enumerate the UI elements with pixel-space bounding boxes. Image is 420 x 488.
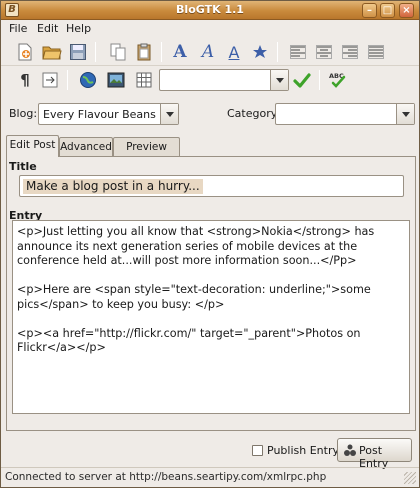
toolbar-separator	[95, 42, 96, 62]
window-title: BloGTK 1.1	[176, 3, 244, 16]
paste-icon[interactable]	[133, 41, 155, 63]
category-select[interactable]	[275, 103, 415, 125]
underline-icon[interactable]: A	[223, 41, 245, 63]
new-post-icon[interactable]	[14, 41, 36, 63]
status-text: Connected to server at http://beans.sear…	[5, 471, 327, 483]
paragraph-icon[interactable]: ¶	[14, 69, 36, 91]
bold-icon[interactable]: A	[169, 41, 191, 63]
copy-icon[interactable]	[107, 41, 129, 63]
save-icon[interactable]	[67, 41, 89, 63]
italic-icon[interactable]: A	[197, 41, 219, 63]
insert-image-icon[interactable]	[105, 69, 127, 91]
tab-edit-post[interactable]: Edit Post	[6, 135, 59, 157]
link-combo[interactable]	[159, 69, 289, 91]
blockquote-star-icon[interactable]	[249, 41, 271, 63]
resize-grip-icon[interactable]	[404, 472, 416, 484]
align-right-icon[interactable]	[339, 41, 361, 63]
menu-edit[interactable]: Edit	[37, 22, 58, 35]
spellcheck-icon[interactable]: ABC	[327, 69, 349, 91]
entry-text: <p>Just letting you all know that <stron…	[17, 225, 375, 354]
title-input-value: Make a blog post in a hurry...	[23, 179, 203, 194]
toolbar-separator	[277, 42, 278, 62]
publish-checkbox[interactable]	[252, 445, 263, 456]
toolbar-separator	[319, 70, 320, 90]
entry-textarea[interactable]: <p>Just letting you all know that <stron…	[12, 220, 410, 414]
maximize-button[interactable]: □	[380, 3, 395, 18]
category-label: Category:	[227, 107, 281, 120]
insert-table-icon[interactable]	[133, 69, 155, 91]
publish-label[interactable]: Publish Entry	[267, 444, 339, 457]
tab-advanced[interactable]: Advanced	[59, 137, 113, 156]
menubar: File Edit Help	[1, 20, 419, 38]
title-section-label: Title	[9, 160, 37, 173]
status-bar: Connected to server at http://beans.sear…	[1, 467, 419, 487]
blog-label: Blog:	[9, 107, 38, 120]
tab-preview-post[interactable]: Preview Post	[113, 137, 180, 171]
chevron-down-icon[interactable]	[160, 104, 178, 124]
justify-icon[interactable]	[365, 41, 387, 63]
align-center-icon[interactable]	[313, 41, 335, 63]
blog-select-value: Every Flavour Beans	[43, 108, 156, 121]
title-bar[interactable]: B BloGTK 1.1 – □ ×	[1, 1, 419, 20]
chevron-down-icon[interactable]	[396, 104, 414, 124]
edit-post-panel: Title Make a blog post in a hurry... Ent…	[6, 156, 416, 431]
blog-select[interactable]: Every Flavour Beans	[38, 103, 179, 125]
chevron-down-icon[interactable]	[270, 70, 288, 90]
open-icon[interactable]	[41, 41, 63, 63]
format-toolbar: ¶ ABC	[1, 66, 419, 94]
apply-check-icon[interactable]	[291, 69, 313, 91]
minimize-button[interactable]: –	[362, 3, 377, 18]
menu-help[interactable]: Help	[66, 22, 91, 35]
menu-file[interactable]: File	[9, 22, 27, 35]
insert-link-icon[interactable]	[77, 69, 99, 91]
toolbar-separator	[161, 42, 162, 62]
main-toolbar: A A A	[1, 38, 419, 66]
app-window: B BloGTK 1.1 – □ × File Edit Help A A A …	[0, 0, 420, 488]
close-button[interactable]: ×	[399, 3, 414, 18]
align-left-icon[interactable]	[287, 41, 309, 63]
post-icon	[344, 444, 356, 456]
title-input[interactable]: Make a blog post in a hurry...	[19, 175, 404, 197]
toolbar-separator	[67, 70, 68, 90]
insert-break-icon[interactable]	[39, 69, 61, 91]
post-entry-button[interactable]: Post Entry	[337, 438, 412, 470]
